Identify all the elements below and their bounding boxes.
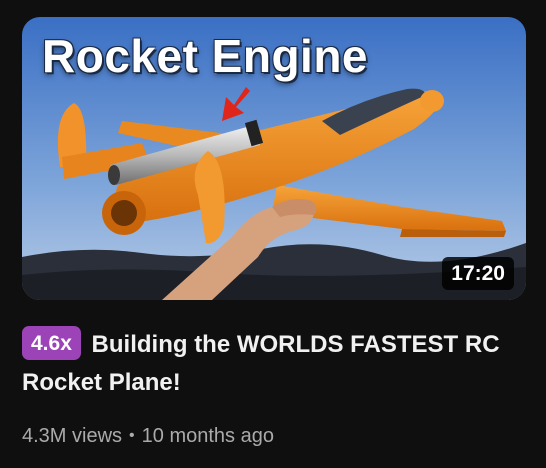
video-title-row[interactable]: 4.6x Building the WORLDS FASTEST RC Rock… — [22, 326, 522, 402]
video-card[interactable]: Rocket Engine 17:20 4.6x Building the WO… — [0, 0, 546, 468]
video-title[interactable]: Building the WORLDS FASTEST RC Rocket Pl… — [22, 331, 500, 396]
video-thumbnail[interactable]: Rocket Engine 17:20 — [22, 17, 526, 300]
video-metadata: 4.3M views • 10 months ago — [22, 424, 274, 448]
speed-badge: 4.6x — [22, 326, 81, 360]
upload-age: 10 months ago — [141, 425, 274, 447]
view-count: 4.3M views — [22, 425, 123, 447]
meta-separator: • — [129, 427, 135, 444]
thumbnail-overlay-text: Rocket Engine — [42, 30, 369, 82]
duration-badge: 17:20 — [442, 257, 514, 290]
